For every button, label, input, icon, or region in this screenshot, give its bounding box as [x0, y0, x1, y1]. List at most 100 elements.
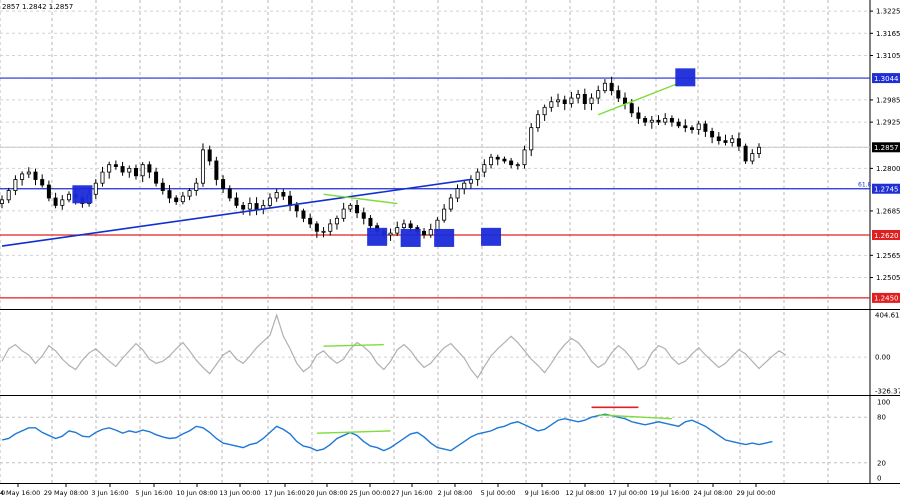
- fib-level-note: 61.8: [858, 182, 872, 189]
- rsi-tick-label: 100: [877, 399, 890, 407]
- candle-body: [542, 106, 547, 116]
- candle-body: [321, 230, 326, 233]
- x-tick-label: 24 Jul 08:00: [694, 489, 733, 497]
- candle-body: [107, 164, 112, 173]
- candle-body: [616, 90, 621, 99]
- candle-body: [549, 101, 554, 108]
- candle-body: [757, 146, 762, 154]
- y-tick-label: 1.2985: [876, 96, 900, 104]
- level-tag-label: 1.2745: [874, 186, 899, 194]
- candle-body: [663, 118, 668, 123]
- x-tick-label: 9 Jul 16:00: [525, 489, 560, 497]
- x-tick-label: 19 Jul 16:00: [651, 489, 690, 497]
- candle-body: [395, 227, 400, 234]
- x-tick-label: 17 Jul 00:00: [609, 489, 648, 497]
- candle-body: [154, 171, 159, 184]
- candle-body: [408, 223, 413, 228]
- candle-body: [40, 179, 45, 186]
- candle-body: [274, 192, 279, 199]
- candle-body: [93, 182, 98, 195]
- candle-body: [683, 125, 688, 129]
- signal-marker: [675, 68, 696, 87]
- candle-body: [522, 149, 527, 166]
- candle-body: [422, 230, 427, 236]
- candle-body: [120, 166, 125, 173]
- candle-body: [649, 119, 654, 123]
- rsi-tick-label: 20: [877, 459, 886, 467]
- candle-body: [710, 130, 715, 138]
- candle-body: [348, 204, 353, 210]
- candle-body: [147, 164, 152, 173]
- candle-body: [227, 188, 232, 199]
- candle-body: [736, 138, 741, 147]
- y-tick-label: 1.3165: [876, 30, 900, 38]
- candle-body: [100, 171, 105, 184]
- x-tick-label: 17 Jun 16:00: [264, 489, 305, 497]
- candle-body: [602, 82, 607, 92]
- candle-body: [596, 90, 601, 99]
- rsi-tick-label: 0: [877, 475, 881, 483]
- candle-body: [254, 203, 259, 210]
- candle-body: [160, 182, 165, 191]
- rsi-tick-label: 80: [877, 414, 886, 422]
- candle-body: [401, 223, 406, 228]
- ohlc-readout: 2857 1.2842 1.2857: [2, 3, 73, 11]
- candle-body: [482, 164, 487, 173]
- candle-body: [623, 97, 628, 105]
- candle-body: [167, 190, 172, 199]
- candle-body: [656, 119, 661, 123]
- candle-body: [267, 197, 272, 206]
- candle-body: [455, 188, 460, 199]
- candle-body: [442, 208, 447, 221]
- cci-tick-label: 404.6122: [875, 312, 900, 320]
- candle-body: [388, 232, 393, 236]
- candle-body: [629, 103, 634, 114]
- candle-body: [589, 97, 594, 105]
- candle-body: [60, 199, 65, 206]
- candle-body: [127, 167, 132, 173]
- x-tick-label: 29 Jul 00:00: [737, 489, 776, 497]
- signal-marker: [400, 228, 421, 247]
- candle-body: [509, 160, 514, 166]
- x-tick-label: 13 Jun 00:00: [219, 489, 260, 497]
- level-tag-label: 1.2450: [874, 295, 899, 303]
- candle-body: [207, 149, 212, 162]
- signal-marker: [434, 228, 455, 247]
- candle-body: [489, 156, 494, 166]
- candle-body: [696, 123, 701, 130]
- candle-body: [241, 204, 246, 210]
- y-tick-label: 1.2505: [876, 274, 900, 282]
- candle-body: [0, 199, 4, 204]
- candle-body: [730, 138, 735, 143]
- candle-body: [428, 229, 433, 236]
- candle-body: [221, 179, 226, 190]
- candle-body: [495, 156, 500, 160]
- cci-tick-label: -326.377: [875, 388, 900, 396]
- candle-body: [334, 217, 339, 225]
- candle-body: [643, 118, 648, 123]
- x-tick-label-prefix: 0: [1, 489, 5, 497]
- candle-body: [53, 197, 58, 206]
- candle-body: [535, 114, 540, 129]
- candle-body: [6, 190, 11, 201]
- x-tick-label: 12 Jul 08:00: [566, 489, 605, 497]
- x-tick-label: 3 Jun 16:00: [91, 489, 128, 497]
- cci-tick-label: 0.00: [875, 354, 891, 362]
- candle-body: [294, 204, 299, 212]
- x-tick-label: 5 Jun 16:00: [135, 489, 172, 497]
- candle-body: [308, 217, 313, 225]
- candle-body: [475, 171, 480, 180]
- candle-body: [33, 171, 38, 180]
- candle-body: [133, 167, 138, 177]
- y-tick-label: 1.2925: [876, 119, 900, 127]
- candle-body: [448, 197, 453, 210]
- y-tick-label: 1.2685: [876, 207, 900, 215]
- candle-body: [368, 217, 373, 227]
- candle-body: [288, 195, 293, 206]
- y-tick-label: 1.3105: [876, 52, 900, 60]
- candle-body: [703, 123, 708, 132]
- candle-body: [328, 223, 333, 232]
- signal-marker: [72, 185, 93, 204]
- candle-body: [750, 153, 755, 162]
- candle-body: [13, 179, 18, 191]
